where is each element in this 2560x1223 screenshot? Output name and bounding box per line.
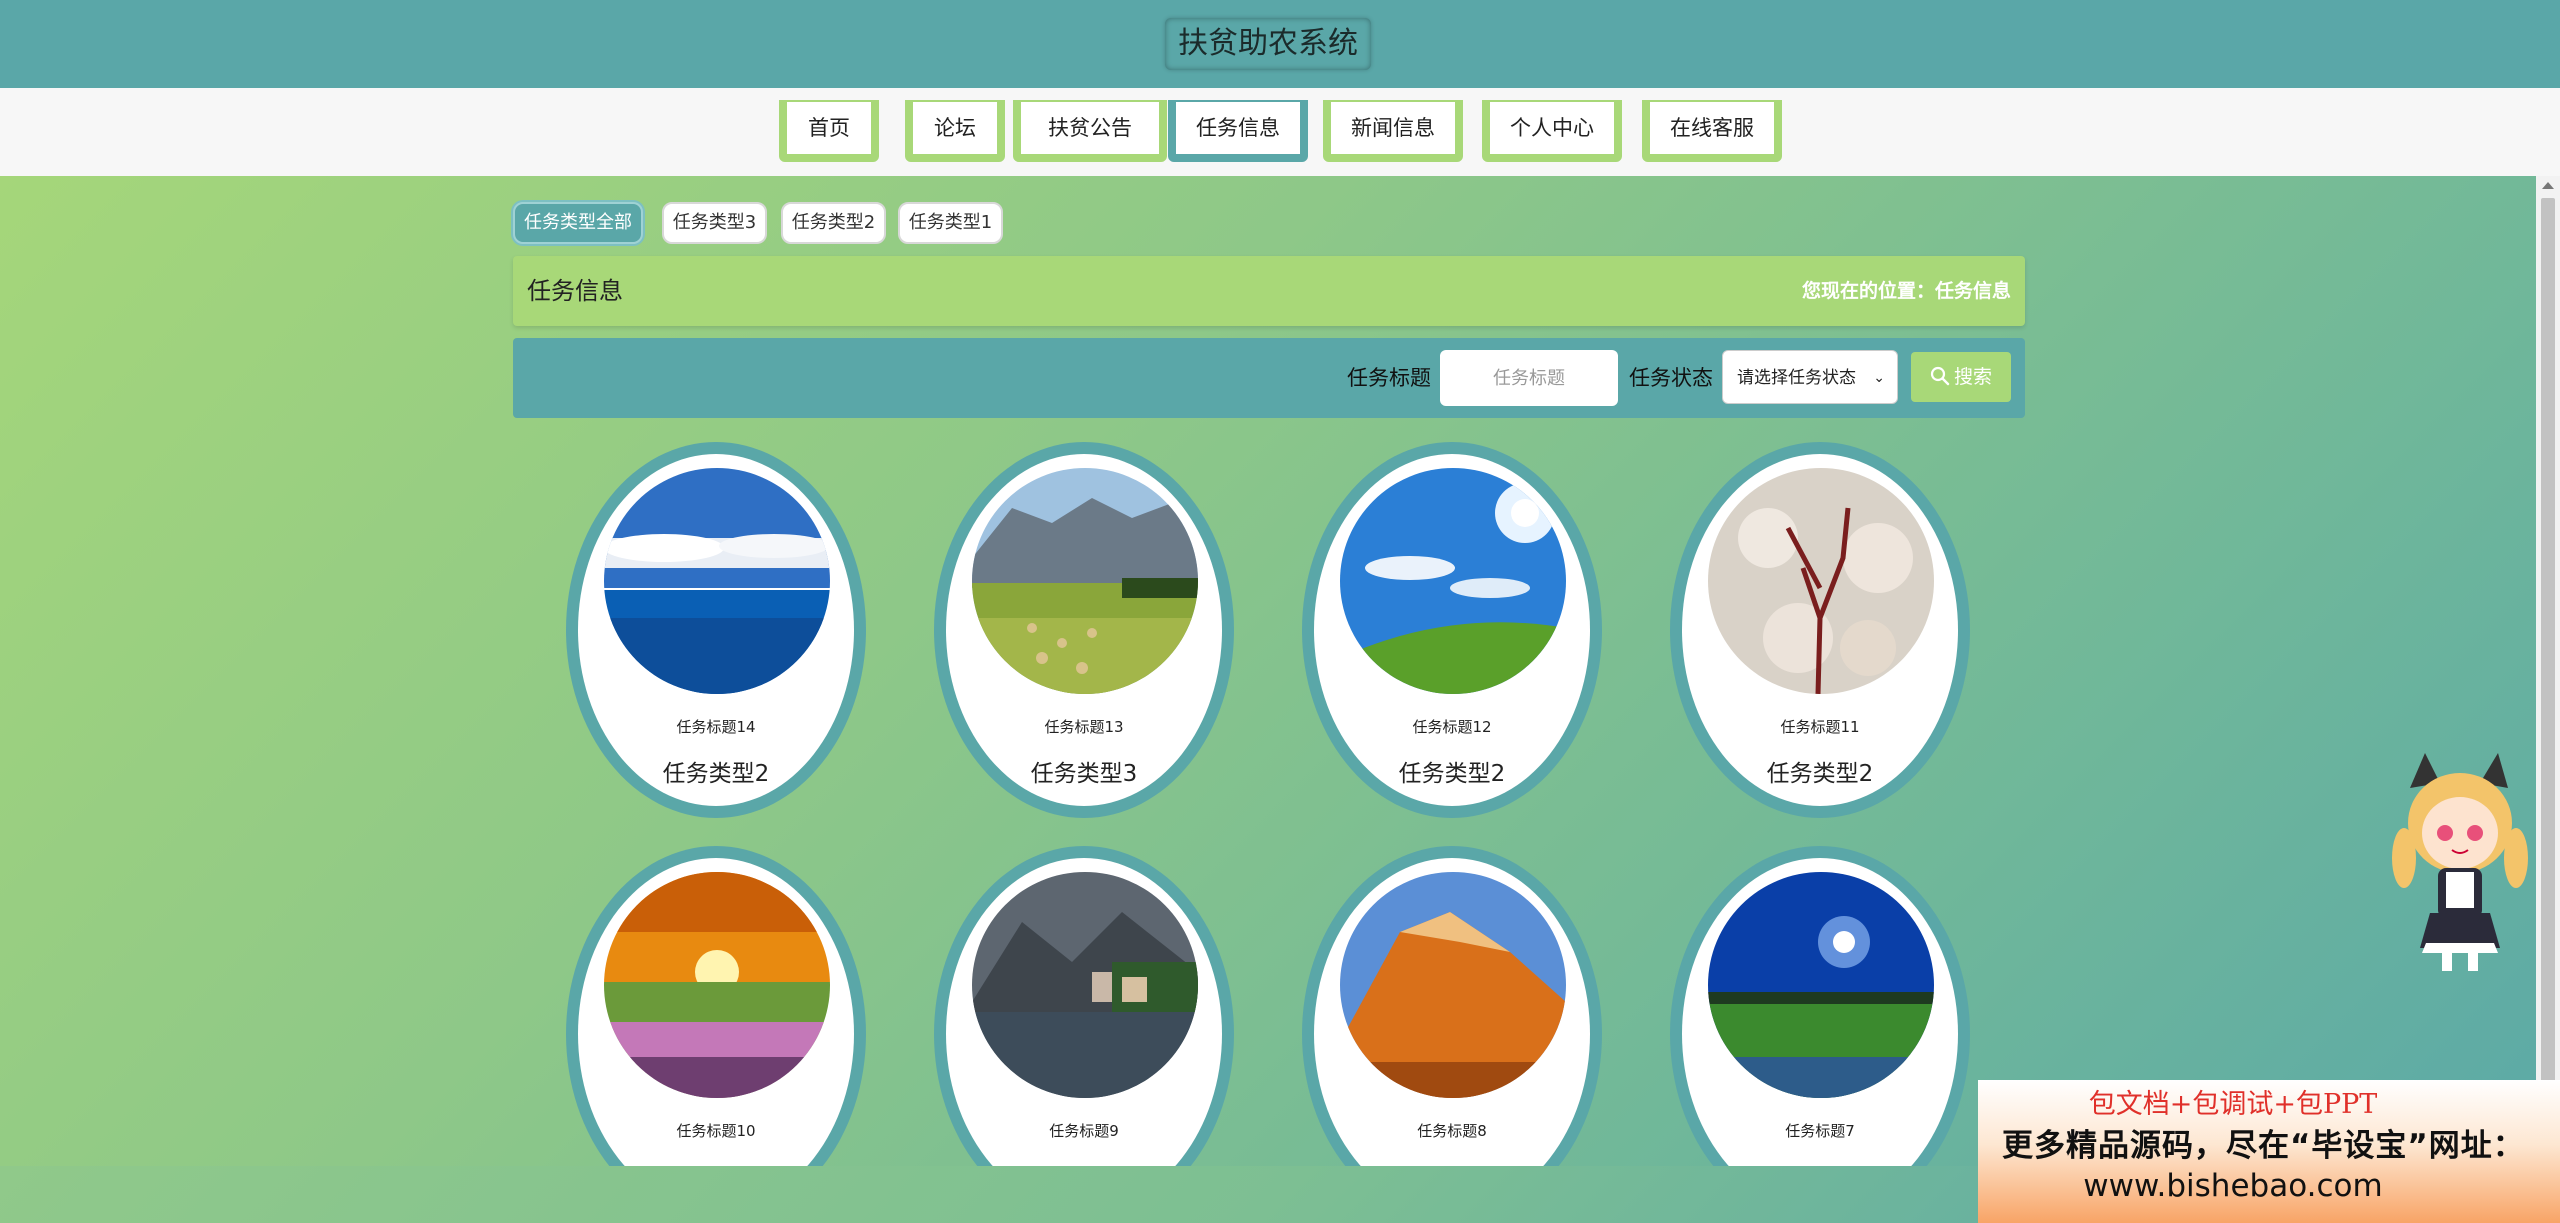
breadcrumb: 您现在的位置：任务信息: [1801, 280, 2011, 302]
task-type: 任务类型2: [1766, 761, 1874, 787]
task-card[interactable]: 任务标题14 任务类型2: [566, 442, 866, 818]
task-type: 任务类型2: [662, 761, 770, 787]
section-title: 任务信息: [527, 277, 623, 305]
task-image-ocean-sky: [604, 468, 830, 694]
ad-tagline: 包文档+包调试+包PPT: [2088, 1089, 2378, 1120]
task-image-red-mountain: [1340, 872, 1566, 1098]
task-title: 任务标题11: [1780, 718, 1860, 736]
mascot-character[interactable]: [2390, 748, 2530, 978]
nav-item-tasks[interactable]: 任务信息: [1168, 100, 1308, 162]
task-type: 任务类型3: [1030, 761, 1138, 787]
task-title-label: 任务标题: [1347, 366, 1431, 390]
search-icon: [1930, 366, 1950, 386]
task-image-mountain-meadow: [972, 468, 1198, 694]
location-bar: 任务信息 您现在的位置：任务信息: [513, 256, 2025, 326]
nav-item-announcements[interactable]: 扶贫公告: [1013, 100, 1167, 162]
tab-all-types[interactable]: 任务类型全部: [513, 202, 643, 244]
chevron-down-icon: ⌄: [1873, 370, 1885, 386]
search-bar: 任务标题 任务状态 请选择任务状态 ⌄ 搜索: [513, 338, 2025, 418]
site-title: 扶贫助农系统: [1165, 18, 1371, 70]
ad-banner[interactable]: 包文档+包调试+包PPT 更多精品源码，尽在“毕设宝”网址： www.bishe…: [1978, 1080, 2560, 1223]
tab-type-1[interactable]: 任务类型1: [898, 202, 1003, 244]
task-title: 任务标题8: [1417, 1122, 1487, 1140]
nav-item-profile[interactable]: 个人中心: [1482, 100, 1622, 162]
task-title: 任务标题7: [1785, 1122, 1855, 1140]
nav-item-forum[interactable]: 论坛: [905, 100, 1005, 162]
task-type: 任务类型2: [1398, 761, 1506, 787]
task-image-sunset-flowers: [604, 872, 830, 1098]
search-button-label: 搜索: [1953, 366, 1992, 388]
ad-headline: 更多精品源码，尽在“毕设宝”网址：: [2002, 1128, 2525, 1164]
task-image-blossom-tree: [1708, 468, 1934, 694]
task-image-sunny-hill: [1340, 468, 1566, 694]
task-status-value: 请选择任务状态: [1737, 368, 1856, 388]
main-nav: 首页 论坛 扶贫公告 任务信息 新闻信息 个人中心 在线客服: [0, 88, 2560, 176]
nav-item-home[interactable]: 首页: [779, 100, 879, 162]
task-image-lake-village: [972, 872, 1198, 1098]
task-title: 任务标题13: [1044, 718, 1124, 736]
search-button[interactable]: 搜索: [1911, 352, 2011, 402]
nav-item-support[interactable]: 在线客服: [1642, 100, 1782, 162]
ad-url[interactable]: www.bishebao.com: [1978, 1168, 2488, 1204]
task-card[interactable]: 任务标题12 任务类型2: [1302, 442, 1602, 818]
scroll-thumb[interactable]: [2541, 198, 2555, 1196]
task-card[interactable]: 任务标题11 任务类型2: [1670, 442, 1970, 818]
task-title: 任务标题9: [1049, 1122, 1119, 1140]
task-title: 任务标题12: [1412, 718, 1492, 736]
page-scrollbar[interactable]: [2536, 176, 2560, 1223]
task-title: 任务标题14: [676, 718, 756, 736]
task-status-select[interactable]: 请选择任务状态 ⌄: [1722, 350, 1898, 404]
task-image-night-field: [1708, 872, 1934, 1098]
task-title-input[interactable]: [1440, 350, 1618, 406]
tab-type-2[interactable]: 任务类型2: [781, 202, 886, 244]
header-bar: 扶贫助农系统: [0, 0, 2560, 88]
nav-item-news[interactable]: 新闻信息: [1323, 100, 1463, 162]
scroll-up-icon[interactable]: [2542, 182, 2554, 189]
task-status-label: 任务状态: [1629, 366, 1713, 390]
task-title: 任务标题10: [676, 1122, 756, 1140]
task-card[interactable]: 任务标题13 任务类型3: [934, 442, 1234, 818]
tab-type-3[interactable]: 任务类型3: [662, 202, 767, 244]
